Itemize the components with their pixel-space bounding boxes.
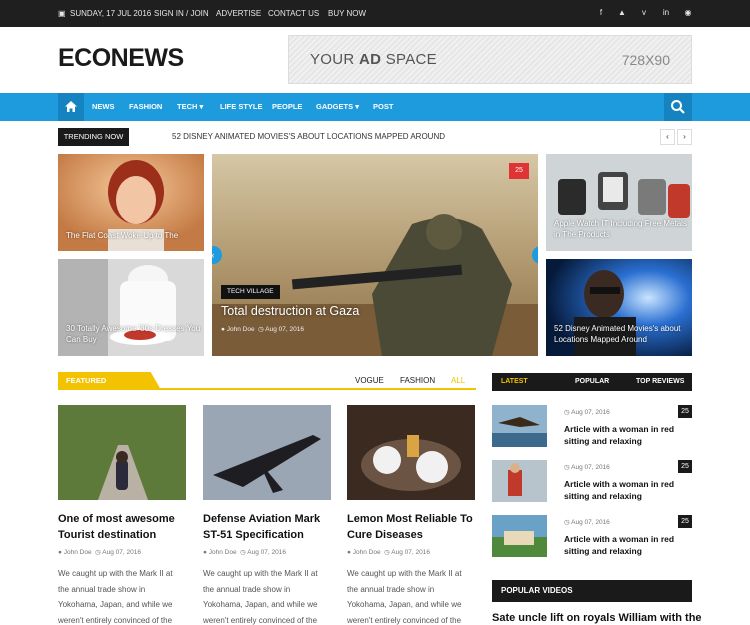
- top-bar: ▣ SUNDAY, 17 JUL 2016 SIGN IN / JOIN ADV…: [0, 0, 750, 27]
- ad-size: 728X90: [621, 52, 670, 68]
- ad-banner[interactable]: YOUR AD SPACE 728X90: [288, 35, 692, 84]
- advertise-link[interactable]: ADVERTISE: [216, 0, 261, 27]
- chevron-down-icon: ▾: [199, 102, 204, 111]
- card-excerpt: We caught up with the Mark II at the ann…: [347, 569, 462, 625]
- sidebar-count-badge: 25: [678, 460, 692, 473]
- popular-video-title[interactable]: Sate uncle lift on royals William with t…: [492, 612, 702, 624]
- contact-us-link[interactable]: CONTACT US: [268, 0, 319, 27]
- slider-caption: The Flat Coast Woke Up to The: [66, 231, 179, 240]
- facebook-icon[interactable]: f: [595, 7, 607, 19]
- nav-news[interactable]: NEWS: [92, 93, 115, 121]
- card-title[interactable]: One of most awesome Tourist destination: [58, 511, 188, 543]
- slider-main-meta: ● John Doe ◷ Aug 07, 2016: [221, 326, 304, 333]
- card-image-lemon[interactable]: [347, 405, 475, 500]
- chevron-left-icon: ‹: [212, 250, 215, 260]
- sign-in-link[interactable]: SIGN IN / JOIN: [154, 0, 209, 27]
- sidebar-thumb[interactable]: [492, 515, 547, 557]
- slider-tile-chef[interactable]: 30 Totally Awesome '80s Dresses You Can …: [58, 259, 204, 356]
- food-photo: [347, 405, 475, 500]
- woman-sitting-photo: [492, 460, 547, 502]
- trending-label: TRENDING NOW: [58, 128, 129, 146]
- ad-text: YOUR AD SPACE: [310, 51, 437, 68]
- sidebar-date: ◷ Aug 07, 2016: [564, 409, 610, 416]
- trending-next-button[interactable]: ›: [677, 129, 692, 145]
- nav-people[interactable]: PEOPLE: [272, 93, 302, 121]
- nav-gadgets[interactable]: GADGETS ▾: [316, 93, 359, 121]
- card-image-aviation[interactable]: [203, 405, 331, 500]
- main-nav: NEWS FASHION TECH ▾ LIFE STYLE PEOPLE GA…: [0, 93, 750, 121]
- sidebar-tabs: LATEST POPULAR TOP REVIEWS: [492, 373, 692, 391]
- card-title[interactable]: Lemon Most Reliable To Cure Diseases: [347, 511, 477, 543]
- nav-fashion[interactable]: FASHION: [129, 93, 162, 121]
- featured-label: FEATURED: [58, 372, 161, 390]
- nav-post[interactable]: POST: [373, 93, 393, 121]
- slider-caption: Apple Watch IT Including Free Metals in …: [554, 219, 687, 239]
- card-excerpt: We caught up with the Mark II at the ann…: [203, 569, 318, 625]
- search-icon: [671, 100, 685, 114]
- sidebar-date: ◷ Aug 07, 2016: [564, 519, 610, 526]
- nav-tech[interactable]: TECH ▾: [177, 93, 203, 121]
- card-excerpt: We caught up with the Mark II at the ann…: [58, 569, 173, 625]
- sidebar-title[interactable]: Article with a woman in red sitting and …: [564, 478, 682, 502]
- top-date: SUNDAY, 17 JUL 2016: [70, 9, 152, 18]
- comment-count-badge: 25: [509, 163, 529, 179]
- home-button[interactable]: [58, 93, 84, 121]
- linkedin-icon[interactable]: in: [660, 7, 672, 19]
- tab-fashion[interactable]: FASHION: [400, 376, 435, 385]
- slider-tile-man[interactable]: 52 Disney Animated Movies's about Locati…: [546, 259, 692, 356]
- card-meta: ● John Doe ◷ Aug 07, 2016: [347, 549, 430, 556]
- slider-tile-watches[interactable]: Apple Watch IT Including Free Metals in …: [546, 154, 692, 251]
- sidebar-date: ◷ Aug 07, 2016: [564, 464, 610, 471]
- trending-prev-button[interactable]: ‹: [660, 129, 675, 145]
- sidebar-count-badge: 25: [678, 405, 692, 418]
- chevron-right-icon: ›: [683, 132, 686, 141]
- tab-vogue[interactable]: VOGUE: [355, 376, 384, 385]
- tab-latest[interactable]: LATEST: [501, 373, 528, 391]
- trending-headline[interactable]: 52 DISNEY ANIMATED MOVIES'S ABOUT LOCATI…: [172, 128, 445, 146]
- tab-popular[interactable]: POPULAR: [575, 373, 609, 391]
- card-meta: ● John Doe ◷ Aug 07, 2016: [203, 549, 286, 556]
- sidebar-thumb[interactable]: [492, 460, 547, 502]
- card-meta: ● John Doe ◷ Aug 07, 2016: [58, 549, 141, 556]
- twitter-icon[interactable]: ▲: [616, 7, 628, 19]
- resort-photo: [492, 515, 547, 557]
- tab-top-reviews[interactable]: TOP REVIEWS: [636, 373, 684, 391]
- aircraft-photo: [203, 405, 331, 500]
- calendar-icon: ▣: [58, 9, 66, 18]
- sidebar-title[interactable]: Article with a woman in red sitting and …: [564, 423, 682, 447]
- site-logo[interactable]: ECONEWS: [58, 44, 184, 73]
- chevron-left-icon: ‹: [666, 132, 669, 141]
- search-button[interactable]: [664, 93, 692, 121]
- sidebar-thumb[interactable]: [492, 405, 547, 447]
- category-badge[interactable]: TECH VILLAGE: [221, 285, 280, 299]
- nav-life-style[interactable]: LIFE STYLE: [220, 93, 263, 121]
- rss-icon[interactable]: ◉: [682, 7, 694, 19]
- sidebar-title[interactable]: Article with a woman in red sitting and …: [564, 533, 682, 557]
- sidebar-count-badge: 25: [678, 515, 692, 528]
- tourist-photo: [58, 405, 186, 500]
- slider-tile-woman[interactable]: The Flat Coast Woke Up to The: [58, 154, 204, 251]
- eagle-photo: [492, 405, 547, 447]
- tab-all[interactable]: ALL: [451, 376, 465, 385]
- home-icon: [65, 101, 77, 112]
- slider-caption: 30 Totally Awesome '80s Dresses You Can …: [66, 324, 201, 344]
- chevron-down-icon: ▾: [355, 102, 359, 111]
- slider-main[interactable]: ‹ › 25 TECH VILLAGE Total destruction at…: [212, 154, 538, 356]
- slider-main-title[interactable]: Total destruction at Gaza: [221, 304, 359, 318]
- buy-now-link[interactable]: BUY NOW: [328, 0, 366, 27]
- popular-videos-header: POPULAR VIDEOS: [492, 580, 692, 602]
- card-title[interactable]: Defense Aviation Mark ST-51 Specificatio…: [203, 511, 333, 543]
- slider-caption: 52 Disney Animated Movies's about Locati…: [554, 324, 681, 344]
- card-image-tourist[interactable]: [58, 405, 186, 500]
- vimeo-icon[interactable]: v: [638, 7, 650, 19]
